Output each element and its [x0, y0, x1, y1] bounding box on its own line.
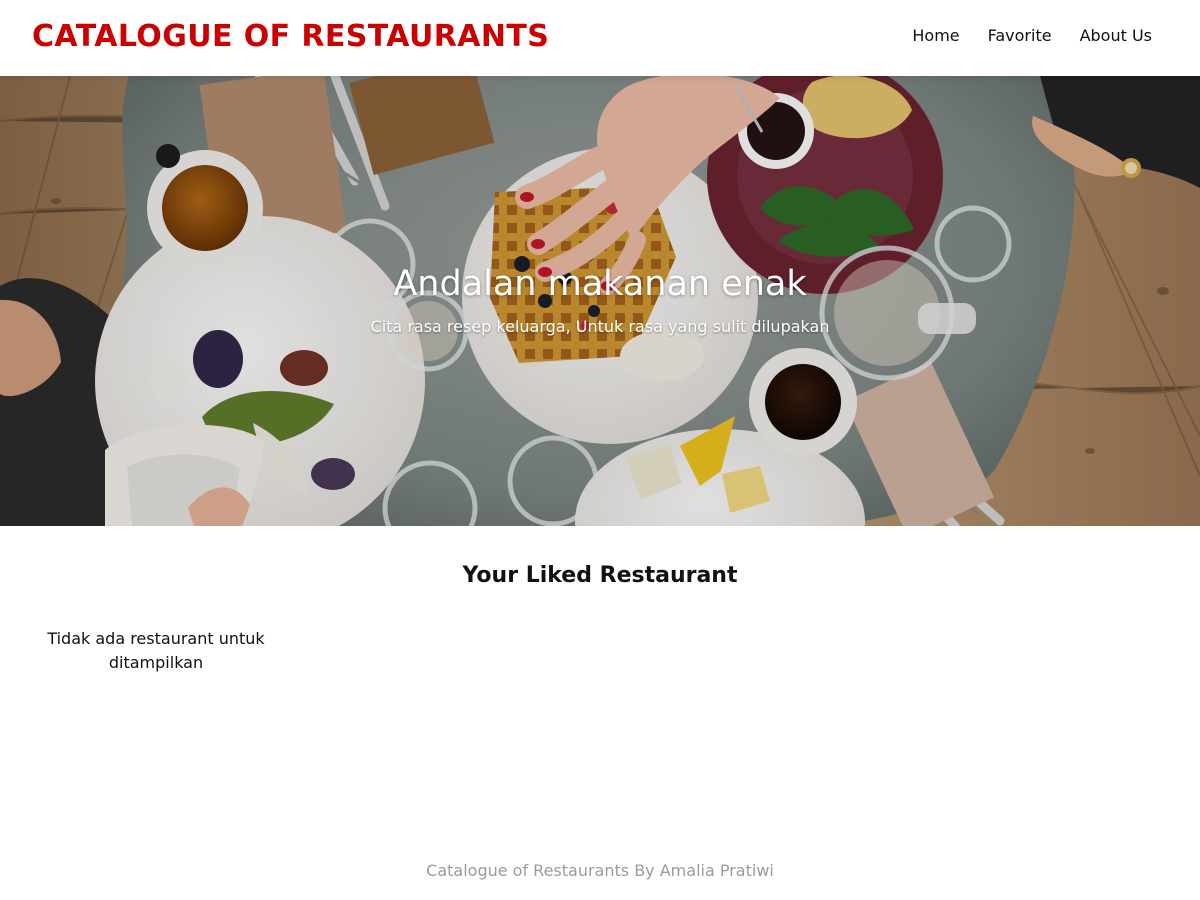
top-header: CATALOGUE OF RESTAURANTS Home Favorite A… — [0, 0, 1200, 76]
hero-title: Andalan makanan enak — [393, 264, 807, 304]
empty-restaurant-message: Tidak ada restaurant untuk ditampilkan — [47, 629, 265, 672]
page-footer: Catalogue of Restaurants By Amalia Prati… — [426, 861, 774, 880]
main-navigation: Home Favorite About Us — [912, 26, 1152, 45]
nav-about-us-link[interactable]: About Us — [1080, 26, 1152, 45]
brand-logo-text[interactable]: CATALOGUE OF RESTAURANTS — [32, 19, 549, 54]
nav-favorite-link[interactable]: Favorite — [988, 26, 1052, 45]
nav-home-link[interactable]: Home — [912, 26, 959, 45]
app-page: CATALOGUE OF RESTAURANTS Home Favorite A… — [0, 0, 1200, 900]
hero-subtitle: Cita rasa resep keluarga, Untuk rasa yan… — [370, 317, 830, 336]
hero-banner: Andalan makanan enak Cita rasa resep kel… — [0, 76, 1200, 526]
liked-restaurant-title: Your Liked Restaurant — [462, 563, 738, 588]
